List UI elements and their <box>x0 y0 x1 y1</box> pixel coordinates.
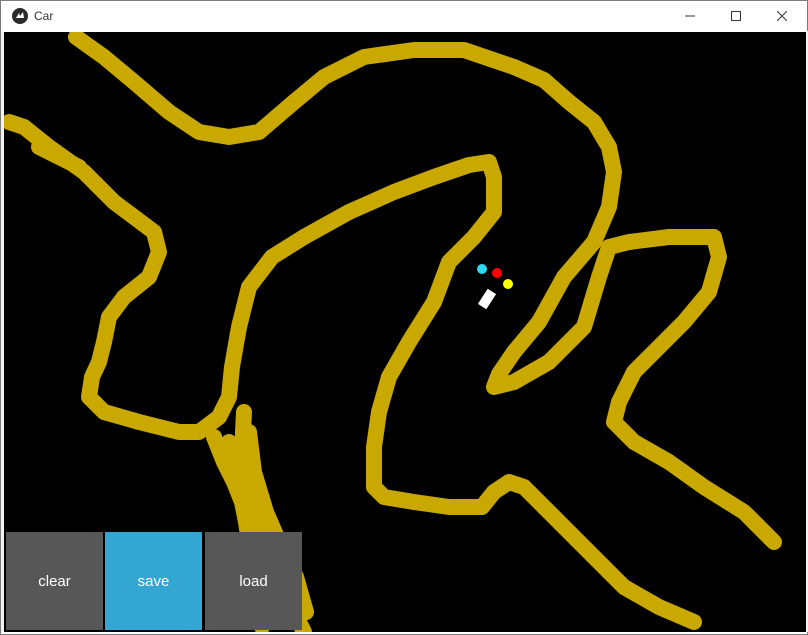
title-bar[interactable]: Car <box>1 1 807 31</box>
car-body <box>477 288 497 310</box>
drawing-canvas[interactable]: clear save load <box>4 32 806 632</box>
sensor-left-dot <box>477 264 487 274</box>
app-window: Car clear save load <box>0 0 808 635</box>
save-button-label: save <box>137 572 170 590</box>
save-button[interactable]: save <box>105 532 202 630</box>
minimize-icon <box>685 15 695 17</box>
load-button[interactable]: load <box>205 532 302 630</box>
track-stroke <box>31 139 87 175</box>
sensor-center-dot <box>492 268 502 278</box>
track-stroke <box>68 32 782 550</box>
maximize-button[interactable] <box>713 1 759 31</box>
sensor-right-dot <box>503 279 513 289</box>
kivy-logo-icon <box>12 8 28 24</box>
window-title: Car <box>34 9 54 23</box>
load-button-label: load <box>239 572 268 590</box>
close-button[interactable] <box>759 1 805 31</box>
clear-button-label: clear <box>38 572 71 590</box>
maximize-icon <box>731 11 741 21</box>
close-icon <box>777 11 787 21</box>
minimize-button[interactable] <box>667 1 713 31</box>
clear-button[interactable]: clear <box>6 532 103 630</box>
